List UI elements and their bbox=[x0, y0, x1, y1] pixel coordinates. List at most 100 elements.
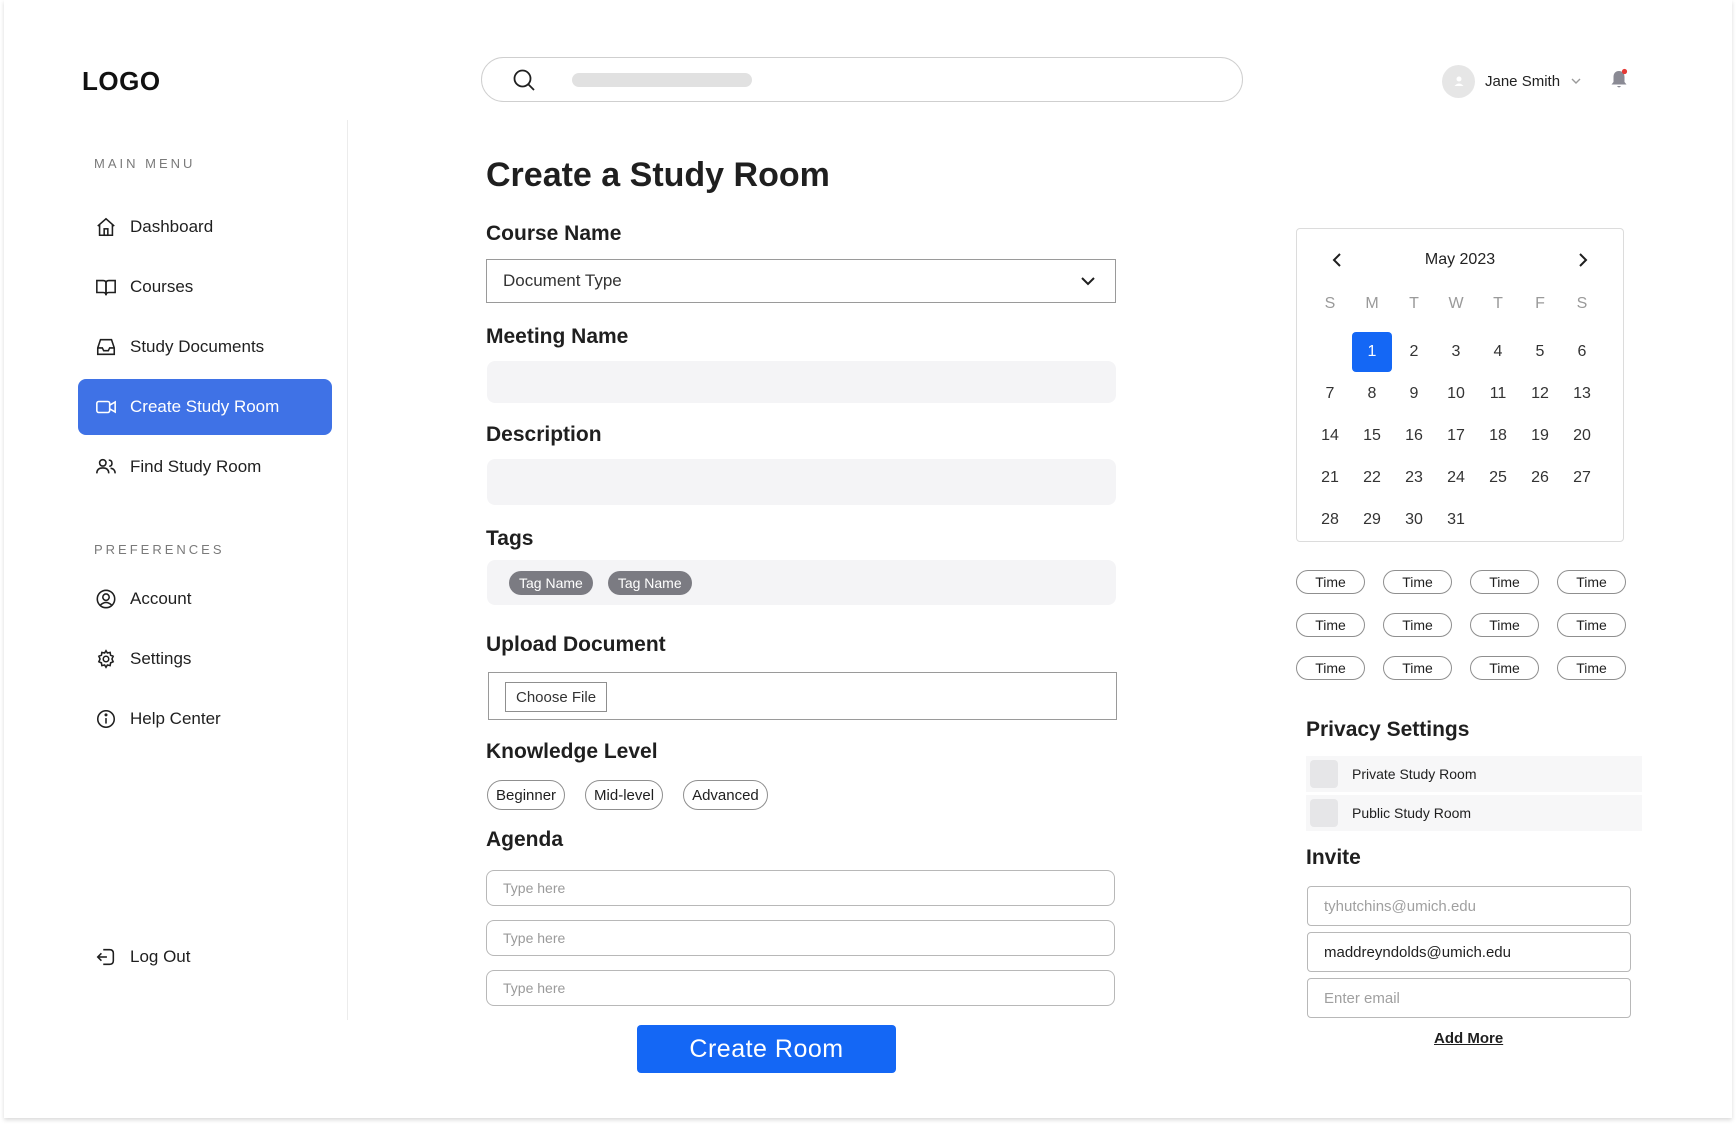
calendar-day[interactable]: 4 bbox=[1477, 331, 1519, 373]
calendar-day-number: 30 bbox=[1405, 511, 1423, 528]
calendar-day[interactable]: 2 bbox=[1393, 331, 1435, 373]
calendar-day[interactable]: 25 bbox=[1477, 457, 1519, 499]
agenda-input-2[interactable]: Type here bbox=[486, 920, 1115, 956]
user-name: Jane Smith bbox=[1485, 72, 1561, 90]
time-slot-chip[interactable]: Time bbox=[1470, 613, 1539, 637]
calendar-day[interactable]: 1 bbox=[1351, 331, 1393, 373]
user-menu[interactable]: Jane Smith bbox=[1442, 64, 1582, 98]
calendar-day[interactable]: 13 bbox=[1561, 373, 1603, 415]
avatar[interactable] bbox=[1442, 64, 1475, 98]
calendar-day[interactable]: 7 bbox=[1309, 373, 1351, 415]
privacy-settings-title: Privacy Settings bbox=[1306, 718, 1470, 741]
calendar-day[interactable]: 21 bbox=[1309, 457, 1351, 499]
sidebar-item-account[interactable]: Account bbox=[78, 571, 332, 627]
agenda-input-1[interactable]: Type here bbox=[486, 870, 1115, 906]
chevron-down-icon[interactable] bbox=[1570, 75, 1582, 87]
create-room-button[interactable]: Create Room bbox=[637, 1025, 896, 1073]
chevron-down-icon[interactable] bbox=[1079, 272, 1097, 290]
add-more-link[interactable]: Add More bbox=[1434, 1030, 1503, 1047]
sidebar-item-find-study-room[interactable]: Find Study Room bbox=[78, 439, 332, 495]
video-icon bbox=[96, 400, 116, 414]
time-slot-chip[interactable]: Time bbox=[1557, 656, 1626, 680]
calendar-weekday: T bbox=[1493, 295, 1503, 312]
calendar-day-number: 13 bbox=[1573, 385, 1591, 402]
calendar-day[interactable]: 19 bbox=[1519, 415, 1561, 457]
chevron-right-icon[interactable] bbox=[1573, 251, 1591, 269]
calendar-day[interactable]: 28 bbox=[1309, 499, 1351, 541]
sidebar-item-create-study-room[interactable]: Create Study Room bbox=[78, 379, 332, 435]
choose-file-button[interactable]: Choose File bbox=[505, 682, 608, 712]
sidebar-item-study-documents[interactable]: Study Documents bbox=[78, 319, 332, 375]
user-icon bbox=[1454, 76, 1463, 86]
time-slot-chip[interactable]: Time bbox=[1470, 656, 1539, 680]
meeting-name-input[interactable] bbox=[487, 361, 1116, 403]
time-slot-chip[interactable]: Time bbox=[1557, 613, 1626, 637]
time-slot-chip[interactable]: Time bbox=[1383, 613, 1452, 637]
calendar-day[interactable]: 29 bbox=[1351, 499, 1393, 541]
tag-chip[interactable]: Tag Name bbox=[509, 570, 593, 595]
course-name-select[interactable]: Document Type bbox=[486, 259, 1116, 303]
calendar-day[interactable]: 9 bbox=[1393, 373, 1435, 415]
home-icon bbox=[97, 217, 115, 237]
calendar-day[interactable]: 20 bbox=[1561, 415, 1603, 457]
time-slot-chip[interactable]: Time bbox=[1383, 570, 1452, 594]
calendar-day[interactable]: 17 bbox=[1435, 415, 1477, 457]
calendar-day[interactable]: 31 bbox=[1435, 499, 1477, 541]
calendar-day[interactable]: 15 bbox=[1351, 415, 1393, 457]
calendar-day[interactable]: 27 bbox=[1561, 457, 1603, 499]
time-slot-chip[interactable]: Time bbox=[1296, 613, 1365, 637]
calendar-day-number: 14 bbox=[1321, 427, 1339, 444]
privacy-checkbox[interactable] bbox=[1310, 760, 1338, 788]
calendar-day[interactable]: 26 bbox=[1519, 457, 1561, 499]
knowledge-level-label: Knowledge Level bbox=[486, 740, 658, 763]
calendar-day[interactable]: 11 bbox=[1477, 373, 1519, 415]
meeting-name-label: Meeting Name bbox=[486, 325, 629, 348]
privacy-option-public[interactable]: Public Study Room bbox=[1306, 795, 1642, 831]
level-beginner-chip[interactable]: Beginner bbox=[487, 780, 566, 810]
search-icon[interactable] bbox=[512, 68, 536, 92]
calendar-day[interactable]: 22 bbox=[1351, 457, 1393, 499]
calendar-day[interactable]: 16 bbox=[1393, 415, 1435, 457]
calendar-day[interactable]: 12 bbox=[1519, 373, 1561, 415]
logo[interactable]: LOGO bbox=[82, 66, 161, 97]
calendar-day-number: 26 bbox=[1531, 469, 1549, 486]
calendar-weekday: T bbox=[1409, 295, 1419, 312]
invite-email-input-3[interactable]: Enter email bbox=[1307, 978, 1631, 1018]
calendar-day[interactable]: 5 bbox=[1519, 331, 1561, 373]
search-bar[interactable] bbox=[481, 57, 1243, 102]
sidebar-item-help-center[interactable]: Help Center bbox=[78, 691, 332, 747]
calendar-day[interactable]: 6 bbox=[1561, 331, 1603, 373]
invite-email-input-2[interactable]: maddreyndolds@umich.edu bbox=[1307, 932, 1631, 972]
tags-input[interactable]: Tag Name Tag Name bbox=[487, 560, 1116, 605]
calendar-day[interactable]: 3 bbox=[1435, 331, 1477, 373]
calendar-day[interactable]: 30 bbox=[1393, 499, 1435, 541]
privacy-option-private[interactable]: Private Study Room bbox=[1306, 756, 1642, 792]
sidebar-item-dashboard[interactable]: Dashboard bbox=[78, 199, 332, 255]
agenda-input-3[interactable]: Type here bbox=[486, 970, 1115, 1006]
time-slot-chip[interactable]: Time bbox=[1557, 570, 1626, 594]
time-slot-chip[interactable]: Time bbox=[1470, 570, 1539, 594]
sidebar-item-label: Create Study Room bbox=[130, 397, 280, 416]
level-mid-level-chip[interactable]: Mid-level bbox=[585, 780, 664, 810]
sidebar-item-settings[interactable]: Settings bbox=[78, 631, 332, 687]
time-slot-chip[interactable]: Time bbox=[1383, 656, 1452, 680]
calendar-day[interactable]: 18 bbox=[1477, 415, 1519, 457]
tag-chip[interactable]: Tag Name bbox=[607, 570, 692, 595]
calendar-day[interactable]: 23 bbox=[1393, 457, 1435, 499]
privacy-checkbox[interactable] bbox=[1310, 799, 1338, 827]
bell-icon[interactable] bbox=[1609, 68, 1629, 90]
level-advanced-chip[interactable]: Advanced bbox=[683, 780, 768, 810]
calendar-day-number: 16 bbox=[1405, 427, 1423, 444]
calendar-day[interactable]: 8 bbox=[1351, 373, 1393, 415]
calendar-day-number: 20 bbox=[1573, 427, 1591, 444]
logout-button[interactable]: Log Out bbox=[78, 929, 332, 985]
description-input[interactable] bbox=[487, 459, 1116, 505]
upload-document-field[interactable]: Choose File bbox=[488, 672, 1117, 720]
time-slot-chip[interactable]: Time bbox=[1296, 570, 1365, 594]
invite-email-input-1[interactable]: tyhutchins@umich.edu bbox=[1307, 886, 1631, 926]
time-slot-chip[interactable]: Time bbox=[1296, 656, 1365, 680]
calendar-day[interactable]: 10 bbox=[1435, 373, 1477, 415]
calendar-day[interactable]: 24 bbox=[1435, 457, 1477, 499]
sidebar-item-courses[interactable]: Courses bbox=[78, 259, 332, 315]
calendar-day[interactable]: 14 bbox=[1309, 415, 1351, 457]
